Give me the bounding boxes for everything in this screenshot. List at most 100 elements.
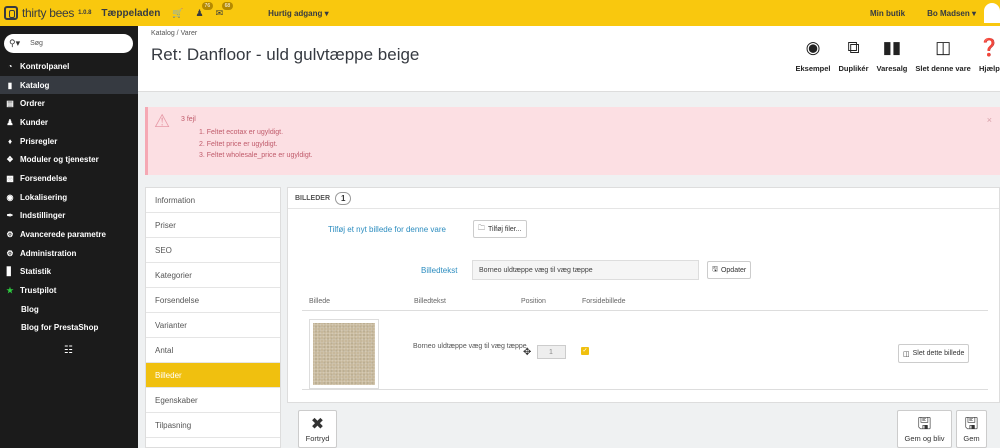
tab-customization[interactable]: Tilpasning [146, 413, 280, 438]
logo[interactable]: thirty bees 1.0.8 [4, 6, 91, 20]
error-item: 1. Feltet ecotax er ugyldigt. [199, 129, 284, 136]
tab-information[interactable]: Information [146, 188, 280, 213]
sidebar-item-preferences[interactable]: ✒ Indstillinger [0, 207, 138, 226]
panel-title: BILLEDER [295, 194, 330, 202]
update-button[interactable]: 🖫 Opdater [707, 261, 752, 279]
delete-image-button[interactable]: ◫ Slet dette billede [898, 344, 970, 363]
tab-features[interactable]: Egenskaber [146, 388, 280, 413]
sidebar-item-label: Blog [21, 304, 39, 314]
thirtybees-logo-icon [4, 6, 18, 20]
quick-access-menu[interactable]: Hurtig adgang ▾ [268, 9, 328, 18]
dashboard-icon: ◔ [7, 61, 13, 71]
sidebar-item-stats[interactable]: ▋ Statistik [0, 263, 138, 282]
customers-badge: 76 [201, 1, 214, 10]
page-header: Katalog / Varer Ret: Danfloor - uld gulv… [138, 26, 1000, 92]
sidebar-item-label: Lokalisering [20, 192, 68, 202]
brand-name: thirty bees [22, 6, 75, 20]
save-button[interactable]: 🖫 Gem [956, 410, 987, 448]
sidebar-item-blog[interactable]: Blog [0, 300, 138, 319]
column-header-cover: Forsidebillede [582, 298, 626, 305]
version: 1.0.8 [78, 10, 92, 16]
bar-chart-icon: ▮▮ [882, 38, 902, 57]
drag-handle-icon[interactable]: ✥ [523, 347, 531, 358]
tab-combinations[interactable]: Varianter [146, 313, 280, 338]
sidebar-item-label: Administration [20, 248, 77, 258]
sidebar-item-label: Forsendelse [20, 173, 68, 183]
truck-icon: ▩ [6, 173, 14, 183]
cog-icon: ⚙ [6, 248, 14, 258]
customers-icon[interactable]: ♟ 76 [196, 1, 214, 19]
search-input[interactable]: Søg [30, 40, 43, 47]
puzzle-icon: ❖ [6, 155, 14, 165]
save-icon: 🖫 [964, 415, 979, 433]
sidebar-item-orders[interactable]: ▤ Ordrer [0, 94, 138, 113]
tab-images[interactable]: Billeder [146, 363, 280, 388]
globe-icon: ◉ [6, 192, 14, 202]
close-icon[interactable]: × [987, 115, 992, 125]
sidebar-item-label: Katalog [20, 80, 50, 90]
help-button[interactable]: ❓ Hjælp [979, 38, 1000, 73]
close-icon: ✖ [310, 415, 325, 433]
sales-button[interactable]: ▮▮ Varesalg [877, 38, 908, 73]
sidebar-item-trustpilot[interactable]: ★ Trustpilot [0, 281, 138, 300]
column-header-position: Position [521, 298, 546, 305]
sidebar-item-label: Trustpilot [20, 286, 57, 296]
messages-badge: 68 [221, 1, 234, 10]
tab-shipping[interactable]: Forsendelse [146, 288, 280, 313]
tab-categories[interactable]: Kategorier [146, 263, 280, 288]
tab-quantities[interactable]: Antal [146, 338, 280, 363]
add-files-button[interactable]: 🗀 Tilføj filer... [473, 220, 527, 238]
column-header-image: Billede [309, 298, 331, 305]
collapse-icon[interactable]: ☷ [0, 345, 138, 356]
messages-icon[interactable]: ✉ 68 [216, 1, 234, 19]
tab-seo[interactable]: SEO [146, 238, 280, 263]
users-icon: ♟ [6, 117, 14, 127]
sidebar-item-shipping[interactable]: ▩ Forsendelse [0, 169, 138, 188]
sidebar-item-blog-prestashop[interactable]: Blog for PrestaShop [0, 319, 138, 338]
sidebar-item-catalog[interactable]: ▮ Katalog [0, 75, 138, 95]
sidebar-item-modules[interactable]: ❖ Moduler og tjenester [0, 150, 138, 169]
save-and-stay-button[interactable]: 🖫 Gem og bliv [897, 410, 952, 448]
search-box[interactable]: ⚲▾ Søg [4, 34, 133, 53]
duplicate-button[interactable]: ⧉ Duplikér [839, 38, 869, 73]
sidebar-item-localization[interactable]: ◉ Lokalisering [0, 188, 138, 207]
cover-checkbox[interactable]: ✓ [581, 347, 589, 355]
shop-name[interactable]: Tæppeladen [101, 8, 160, 19]
sidebar-item-advanced[interactable]: ⚙ Avancerede parametre [0, 225, 138, 244]
product-image-thumbnail[interactable] [309, 319, 379, 389]
sidebar-item-label: Avancerede parametre [20, 230, 106, 240]
toolbar: ◉ Eksempel ⧉ Duplikér ▮▮ Varesalg ◫ Slet den… [787, 38, 1000, 73]
tab-prices[interactable]: Priser [146, 213, 280, 238]
sidebar-item-price-rules[interactable]: ♦ Prisregler [0, 132, 138, 151]
sidebar-item-customers[interactable]: ♟ Kunder [0, 113, 138, 132]
sidebar-item-label: Kontrolpanel [20, 61, 70, 71]
divider [302, 310, 988, 311]
tags-icon: ♦ [7, 136, 13, 146]
copy-icon: ⧉ [847, 38, 860, 57]
position-field: 1 [537, 345, 566, 359]
sidebar-item-label: Blog for PrestaShop [21, 323, 99, 333]
cart-icon[interactable]: 🛒 [172, 8, 183, 19]
sidebar-item-label: Prisregler [20, 136, 58, 146]
sidebar-item-label: Kunder [20, 117, 48, 127]
sidebar-item-dashboard[interactable]: ◔ Kontrolpanel [0, 57, 138, 76]
image-count-badge: 1 [335, 191, 352, 205]
sidebar-item-administration[interactable]: ⚙ Administration [0, 244, 138, 263]
user-menu[interactable]: Bo Madsen ▾ [927, 9, 976, 18]
search-icon[interactable]: ⚲▾ [9, 38, 20, 49]
cancel-button[interactable]: ✖ Fortryd [298, 410, 337, 448]
delete-product-button[interactable]: ◫ Slet denne vare [915, 38, 970, 73]
preview-button[interactable]: ◉ Eksempel [795, 38, 830, 73]
credit-card-icon: ▤ [6, 99, 14, 109]
eye-icon: ◉ [805, 38, 821, 57]
avatar[interactable] [984, 3, 1000, 23]
product-tabs: Information Priser SEO Kategorier Forsen… [145, 187, 281, 448]
wrench-icon: ✒ [6, 211, 14, 221]
caption-input[interactable]: Borneo uldtæppe væg til væg tæppe [472, 260, 699, 280]
my-shop-link[interactable]: Min butik [870, 9, 905, 18]
divider [302, 389, 988, 390]
warning-icon: ⚠ [154, 111, 171, 131]
breadcrumb[interactable]: Katalog / Varer [151, 30, 197, 37]
add-image-label: Tilføj et nyt billede for denne vare [328, 225, 446, 234]
sidebar-item-label: Statistik [20, 267, 52, 277]
